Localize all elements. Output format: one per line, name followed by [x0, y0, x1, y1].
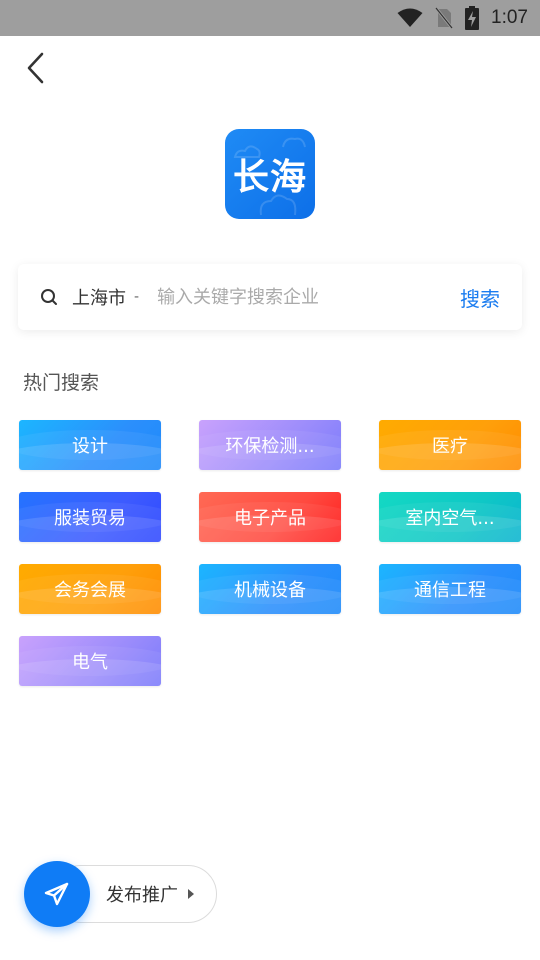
status-bar: 1:07	[0, 0, 540, 36]
no-sim-icon	[435, 7, 454, 29]
hot-tag-label: 室内空气...	[405, 508, 495, 529]
hot-tag[interactable]: 机械设备	[199, 564, 341, 614]
paper-plane-icon	[44, 882, 69, 906]
hot-tag[interactable]: 医疗	[379, 420, 521, 470]
hot-tag[interactable]: 电气	[19, 636, 161, 686]
city-selector[interactable]: 上海市	[72, 284, 126, 310]
search-input[interactable]	[157, 286, 460, 308]
status-time: 1:07	[491, 7, 528, 28]
hot-tag-label: 设计	[72, 436, 108, 457]
back-button[interactable]	[18, 48, 54, 88]
hot-search-tags: 设计 环保检测... 医疗 服装贸易 电子产品 室内空气... 会务会展 机械设…	[19, 420, 521, 686]
search-button[interactable]: 搜索	[460, 283, 500, 312]
search-icon	[41, 289, 57, 305]
city-dropdown-icon[interactable]: -	[134, 289, 139, 305]
publish-promotion: 发布推广	[24, 861, 218, 927]
hot-tag-label: 会务会展	[54, 580, 126, 601]
hot-tag[interactable]: 设计	[19, 420, 161, 470]
wifi-icon	[397, 8, 423, 27]
hot-tag[interactable]: 环保检测...	[199, 420, 341, 470]
hot-tag[interactable]: 会务会展	[19, 564, 161, 614]
hot-tag[interactable]: 室内空气...	[379, 492, 521, 542]
publish-fab[interactable]	[24, 861, 90, 927]
hot-search-title: 热门搜索	[23, 372, 100, 394]
hot-tag-label: 服装贸易	[54, 508, 126, 529]
hot-tag-label: 电气	[72, 652, 108, 673]
chevron-left-icon	[27, 52, 44, 84]
hot-tag[interactable]: 通信工程	[379, 564, 521, 614]
hot-tag-label: 电子产品	[234, 508, 306, 529]
publish-promotion-label: 发布推广	[106, 885, 178, 906]
battery-charging-icon	[465, 6, 480, 30]
hot-tag-label: 机械设备	[234, 580, 306, 601]
logo-text: 长海	[232, 157, 307, 198]
caret-right-icon	[188, 889, 194, 899]
hot-tag[interactable]: 服装贸易	[19, 492, 161, 542]
hot-tag[interactable]: 电子产品	[199, 492, 341, 542]
hot-tag-label: 环保检测...	[225, 436, 315, 457]
hot-tag-label: 通信工程	[414, 580, 486, 601]
search-bar: 上海市 - 搜索	[18, 264, 522, 330]
app-logo: 长海	[225, 129, 315, 219]
hot-tag-label: 医疗	[432, 436, 468, 457]
